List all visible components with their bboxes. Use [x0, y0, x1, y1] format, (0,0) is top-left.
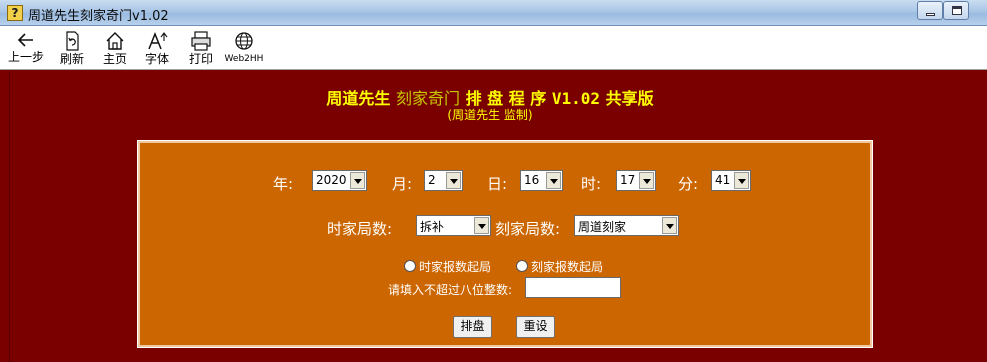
globe-icon [235, 32, 253, 50]
day-value: 16 [524, 173, 540, 187]
refresh-label: 刷新 [59, 52, 84, 66]
month-label: 月: [392, 175, 413, 193]
chevron-down-icon [350, 172, 365, 189]
shijia-select[interactable]: 拆补 [416, 215, 491, 236]
maximize-icon [952, 6, 962, 15]
paipan-button[interactable]: 排盘 [453, 316, 492, 338]
refresh-button[interactable]: 刷新 [52, 28, 92, 68]
hour-label: 时: [581, 175, 602, 193]
printer-icon [191, 31, 211, 51]
kejia-select[interactable]: 周道刻家 [574, 215, 679, 236]
shijia-radio[interactable] [404, 260, 416, 272]
back-label: 上一步 [7, 50, 44, 64]
print-label: 打印 [188, 52, 213, 66]
chevron-down-icon [662, 217, 677, 234]
year-select[interactable]: 2020 [312, 170, 367, 191]
kejia-value: 周道刻家 [578, 220, 627, 234]
print-button[interactable]: 打印 [181, 28, 221, 68]
web2hh-button[interactable]: Web2HH [224, 28, 264, 68]
shijia-radio-label: 时家报数起局 [419, 260, 492, 274]
year-value: 2020 [316, 173, 347, 187]
refresh-icon [66, 31, 79, 51]
kejia-radio[interactable] [516, 260, 528, 272]
minute-select[interactable]: 41 [711, 170, 751, 191]
maximize-button[interactable] [943, 1, 969, 20]
input-panel: 年: 2020 月: 2 日: 16 时: 17 分: 41 时家局数: 拆补 [137, 140, 873, 348]
shijia-value: 拆补 [420, 220, 445, 234]
hour-value: 17 [620, 173, 636, 187]
chevron-down-icon [639, 172, 654, 189]
home-button[interactable]: 主页 [95, 28, 135, 68]
hour-select[interactable]: 17 [616, 170, 656, 191]
toolbar: 上一步 刷新 主页 字体 打印 Web2HH [0, 26, 987, 70]
page-subtitle: (周道先生 监制) [447, 108, 533, 122]
chevron-down-icon [474, 217, 489, 234]
home-label: 主页 [102, 52, 127, 66]
number-prompt: 请填入不超过八位整数: [388, 283, 513, 297]
window-title: 周道先生刻家奇门v1.02 [28, 9, 169, 24]
home-icon [106, 32, 124, 50]
month-value: 2 [428, 173, 436, 187]
chevron-down-icon [446, 172, 461, 189]
shijia-label: 时家局数: [327, 220, 393, 238]
chevron-down-icon [734, 172, 749, 189]
web2hh-label: Web2HH [224, 54, 264, 64]
minute-value: 41 [715, 173, 731, 187]
month-select[interactable]: 2 [424, 170, 463, 191]
minimize-icon [926, 13, 935, 16]
title-bar: ? 周道先生刻家奇门v1.02 [0, 0, 987, 26]
back-button[interactable]: 上一步 [6, 28, 46, 68]
font-button[interactable]: 字体 [137, 28, 177, 68]
day-select[interactable]: 16 [520, 170, 563, 191]
font-icon [148, 31, 168, 50]
font-label: 字体 [144, 52, 169, 66]
kejia-radio-label: 刻家报数起局 [531, 260, 604, 274]
kejia-label: 刻家局数: [495, 220, 561, 238]
day-label: 日: [487, 175, 508, 193]
app-icon: ? [7, 5, 23, 21]
main-page: 周道先生 刻家奇门 排 盘 程 序 V1.02 共享版 (周道先生 监制) 年:… [9, 71, 987, 362]
back-arrow-icon [17, 33, 33, 47]
number-input[interactable] [525, 277, 621, 298]
year-label: 年: [273, 175, 294, 193]
chevron-down-icon [546, 172, 561, 189]
minute-label: 分: [678, 175, 699, 193]
minimize-button[interactable] [917, 1, 943, 20]
reset-button[interactable]: 重设 [516, 316, 555, 338]
